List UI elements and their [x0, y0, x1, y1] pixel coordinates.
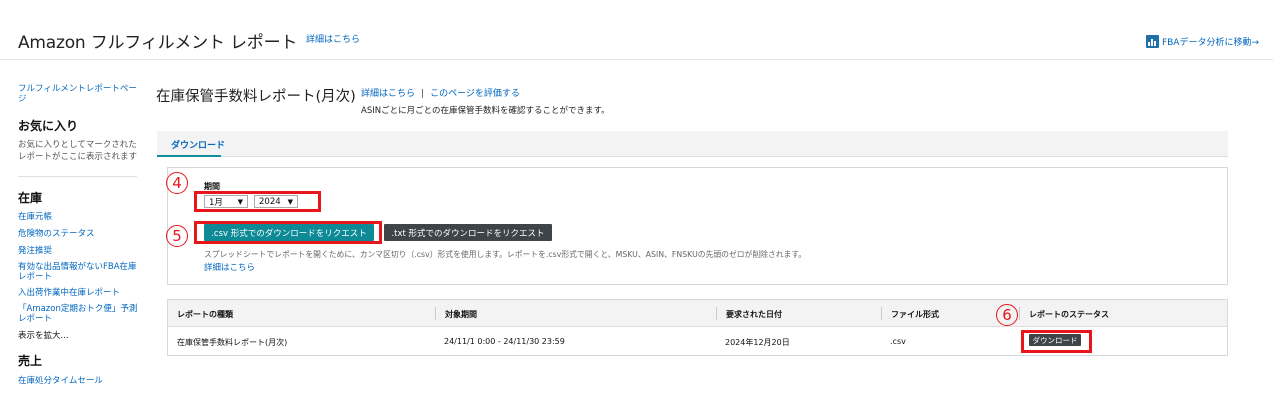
column-divider — [435, 307, 436, 320]
header-requested-date: 要求された日付 — [726, 310, 782, 319]
page-title: 在庫保管手数料レポート(月次) — [156, 89, 356, 105]
sidebar-item-restock[interactable]: 発注推奨 — [18, 246, 52, 256]
cell-period: 24/11/1 0:00 - 24/11/30 23:59 — [444, 337, 565, 346]
hint-details-link[interactable]: 詳細はこちら — [204, 261, 255, 273]
top-header: Amazon フルフィルメント レポート 詳細はこちら FBAデータ分析に移動→ — [0, 0, 1273, 60]
sidebar-divider — [18, 176, 137, 177]
sidebar-reports-link[interactable]: フルフィルメントレポートページ — [18, 84, 138, 104]
sidebar-item-inventory-ledger[interactable]: 在庫元帳 — [18, 212, 52, 222]
page-subtitle: ASINごとに月ごとの在庫保管手数料を確認することができます。 — [361, 106, 610, 116]
sidebar-item-stranded-inventory[interactable]: 有効な出品情報がないFBA在庫レポート — [18, 262, 138, 282]
annotation-number-5: 5 — [166, 225, 188, 247]
tab-active-indicator — [157, 155, 221, 157]
tab-bar: ダウンロード — [157, 131, 1228, 157]
sidebar-item-show-more[interactable]: 表示を拡大... — [18, 331, 69, 341]
favorites-heading: お気に入り — [18, 119, 79, 133]
header-report-type: レポートの種類 — [177, 310, 233, 319]
sidebar-item-subscribe-forecast[interactable]: 「Amazon定期おトク便」予測レポート — [18, 304, 140, 324]
cell-file-format: .csv — [890, 337, 906, 346]
main-details-link[interactable]: 詳細はこちら — [361, 89, 415, 99]
title-links: 詳細はこちら | このページを評価する — [361, 86, 520, 99]
column-divider — [716, 307, 717, 320]
header-details-link[interactable]: 詳細はこちら — [306, 32, 360, 45]
sidebar-item-inbound-inventory[interactable]: 入出荷作業中在庫レポート — [18, 288, 120, 298]
annotation-box-download-button — [1021, 330, 1092, 353]
tab-download[interactable]: ダウンロード — [171, 138, 225, 151]
sidebar-item-hazmat-status[interactable]: 危険物のステータス — [18, 229, 95, 239]
header-period: 対象期間 — [445, 310, 477, 319]
annotation-box-period — [194, 191, 321, 212]
sales-heading: 売上 — [18, 354, 43, 368]
inventory-heading: 在庫 — [18, 191, 43, 205]
link-separator: | — [421, 89, 425, 99]
csv-hint-text: スプレッドシートでレポートを開くために、カンマ区切り（.csv）形式を使用します… — [204, 250, 807, 259]
cell-requested-date: 2024年12月20日 — [725, 338, 790, 347]
header-report-status: レポートのステータス — [1029, 310, 1109, 319]
cell-report-type: 在庫保管手数料レポート(月次) — [177, 338, 288, 347]
rate-page-link[interactable]: このページを評価する — [430, 89, 520, 99]
sidebar-item-clearance-sale[interactable]: 在庫処分タイムセール — [18, 376, 103, 386]
fba-analytics-link[interactable]: FBAデータ分析に移動→ — [1145, 35, 1259, 48]
bar-chart-icon — [1145, 35, 1159, 48]
annotation-number-4: 4 — [166, 172, 188, 194]
table-header: レポートの種類 対象期間 要求された日付 ファイル形式 レポートのステータス — [168, 300, 1227, 327]
column-divider — [881, 307, 882, 320]
app-title: Amazon フルフィルメント レポート — [18, 33, 298, 53]
annotation-number-6: 6 — [996, 304, 1018, 326]
request-txt-button[interactable]: .txt 形式でのダウンロードをリクエスト — [384, 224, 552, 241]
header-file-format: ファイル形式 — [891, 310, 939, 319]
favorites-empty-text: お気に入りとしてマークされたレポートがここに表示されます — [18, 140, 138, 162]
column-divider — [1019, 307, 1020, 320]
annotation-box-csv-button — [194, 221, 382, 244]
fba-link-label: FBAデータ分析に移動→ — [1161, 38, 1259, 48]
